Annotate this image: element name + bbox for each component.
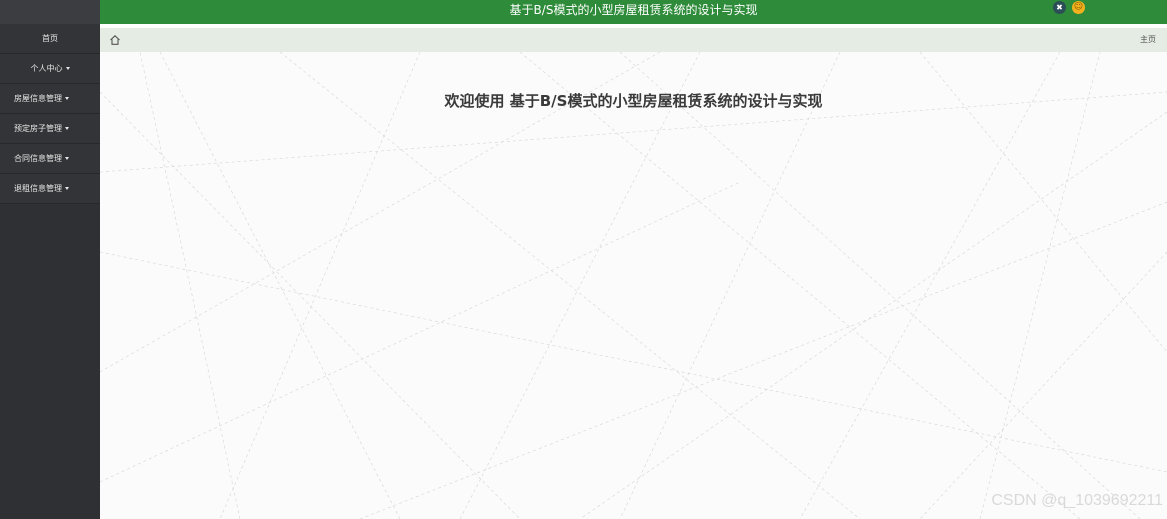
sidebar-item-label: 首页 <box>42 34 58 43</box>
caret-down-icon <box>65 157 69 160</box>
app-title: 基于B/S模式的小型房屋租赁系统的设计与实现 <box>509 3 758 17</box>
home-icon[interactable] <box>109 34 121 46</box>
sidebar-item-label: 个人中心 <box>30 64 63 73</box>
breadcrumb: 主页 <box>100 28 1167 52</box>
caret-down-icon <box>65 67 70 70</box>
sidebar-item-label: 退租信息管理 <box>14 184 62 193</box>
sidebar-item-booking[interactable]: 预定房子管理 <box>0 114 100 144</box>
user-avatar-icon[interactable]: ☺ <box>1072 1 1085 14</box>
welcome-heading: 欢迎使用 基于B/S模式的小型房屋租赁系统的设计与实现 <box>444 92 823 110</box>
caret-down-icon <box>65 97 69 100</box>
breadcrumb-home-link[interactable]: 主页 <box>1140 28 1156 52</box>
caret-down-icon <box>65 127 69 130</box>
watermark: CSDN @q_1039692211 <box>991 492 1163 509</box>
sidebar-item-home[interactable]: 首页 <box>0 24 100 54</box>
swap-icon[interactable]: ✖ <box>1053 1 1066 14</box>
sidebar: 首页 个人中心 房屋信息管理 预定房子管理 合同信息管理 退租信息管理 <box>0 0 100 519</box>
sidebar-item-contract[interactable]: 合同信息管理 <box>0 144 100 174</box>
main-content: 欢迎使用 基于B/S模式的小型房屋租赁系统的设计与实现 CSDN @q_1039… <box>100 52 1167 519</box>
app-window: 首页 个人中心 房屋信息管理 预定房子管理 合同信息管理 退租信息管理 基于B/… <box>0 0 1167 519</box>
sidebar-item-personal-center[interactable]: 个人中心 <box>0 54 100 84</box>
sidebar-logo-area <box>0 0 100 24</box>
sidebar-item-checkout[interactable]: 退租信息管理 <box>0 174 100 204</box>
sidebar-item-label: 房屋信息管理 <box>14 94 62 103</box>
sidebar-item-house-info[interactable]: 房屋信息管理 <box>0 84 100 114</box>
sidebar-item-label: 预定房子管理 <box>14 124 62 133</box>
sidebar-nav: 首页 个人中心 房屋信息管理 预定房子管理 合同信息管理 退租信息管理 <box>0 24 100 204</box>
background-line-pattern <box>100 52 1167 519</box>
top-header: 基于B/S模式的小型房屋租赁系统的设计与实现 ✖ ☺ <box>100 0 1167 24</box>
caret-down-icon <box>65 187 69 190</box>
sidebar-item-label: 合同信息管理 <box>14 154 62 163</box>
